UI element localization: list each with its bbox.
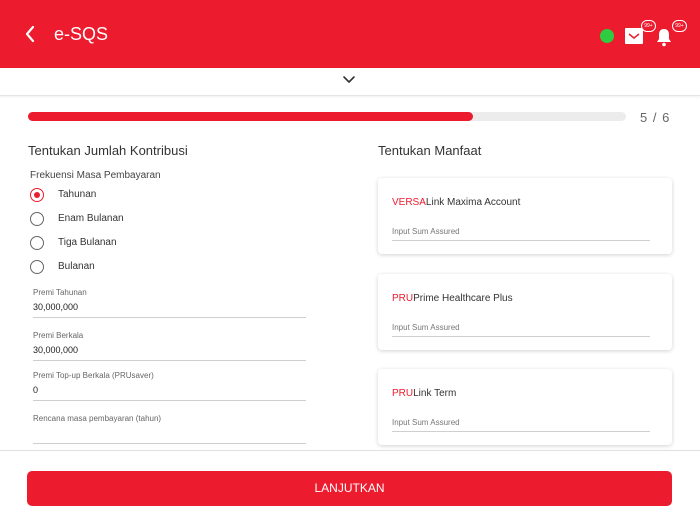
field-underline [33,400,306,401]
continue-button[interactable]: LANJUTKAN [27,471,672,506]
periodic-premium-value[interactable]: 30,000,000 [33,345,306,356]
notification-button[interactable]: 99+ [655,20,687,48]
benefit-card-versalink: VERSALink Maxima Account Input Sum Assur… [378,178,672,254]
benefit-card-title: VERSALink Maxima Account [392,197,520,208]
app-title: e-SQS [54,24,109,44]
radio-button[interactable] [30,212,44,226]
periodic-premium-label: Premi Berkala [33,331,84,340]
collapse-bar [0,68,700,96]
sum-assured-placeholder: Input Sum Assured [392,227,460,236]
frequency-option-label: Tiga Bulanan [58,237,117,248]
field-underline [33,443,306,444]
payment-frequency-label: Frekuensi Masa Pembayaran [30,170,161,181]
field-underline [392,336,650,337]
radio-button[interactable] [30,188,44,202]
field-underline [33,317,306,318]
notification-badge: 99+ [672,20,687,32]
sum-assured-input[interactable]: Input Sum Assured [392,418,650,432]
chevron-left-icon[interactable] [20,22,40,46]
payment-term-field[interactable]: Rencana masa pembayaran (tahun) [33,414,306,444]
benefit-section-title: Tentukan Manfaat [378,143,482,158]
payment-term-value[interactable] [33,428,306,439]
benefit-name: Link Term [413,388,457,399]
sum-assured-input[interactable]: Input Sum Assured [392,227,650,241]
benefit-name: Prime Healthcare Plus [413,293,513,304]
app-header: e-SQS 99+ 99+ [0,0,700,68]
benefit-card-pruprime: PRUPrime Healthcare Plus Input Sum Assur… [378,274,672,350]
frequency-option-label: Tahunan [58,189,97,200]
benefit-card-title: PRULink Term [392,388,456,399]
topup-premium-value[interactable]: 0 [33,385,306,396]
topup-premium-label: Premi Top-up Berkala (PRUsaver) [33,371,154,380]
progress-fill [28,112,473,121]
sum-assured-input[interactable]: Input Sum Assured [392,323,650,337]
benefit-brand: VERSA [392,197,426,208]
annual-premium-value[interactable]: 30,000,000 [33,302,306,313]
benefit-card-title: PRUPrime Healthcare Plus [392,293,513,304]
benefit-card-prulink-term: PRULink Term Input Sum Assured [378,369,672,445]
bell-icon [657,29,671,47]
mail-badge: 99+ [641,20,656,32]
field-underline [392,240,650,241]
annual-premium-field[interactable]: Premi Tahunan 30,000,000 [33,288,306,318]
payment-term-label: Rencana masa pembayaran (tahun) [33,414,162,423]
chevron-down-icon[interactable] [341,74,357,86]
benefit-brand: PRU [392,293,414,304]
sum-assured-placeholder: Input Sum Assured [392,418,460,427]
progress-bar [28,112,626,121]
annual-premium-label: Premi Tahunan [33,288,87,297]
frequency-option-label: Enam Bulanan [58,213,124,224]
mail-button[interactable]: 99+ [624,20,656,48]
sum-assured-placeholder: Input Sum Assured [392,323,460,332]
footer-bar: LANJUTKAN [0,450,700,525]
online-status-indicator [600,29,614,43]
periodic-premium-field[interactable]: Premi Berkala 30,000,000 [33,331,306,361]
progress-step-text: 5 / 6 [640,110,671,125]
field-underline [33,360,306,361]
mail-icon [625,28,643,44]
radio-button[interactable] [30,236,44,250]
contribution-section-title: Tentukan Jumlah Kontribusi [28,143,188,158]
topup-premium-field[interactable]: Premi Top-up Berkala (PRUsaver) 0 [33,371,306,401]
benefit-brand: PRU [392,388,414,399]
benefit-name: Link Maxima Account [425,197,521,208]
field-underline [392,431,650,432]
frequency-option-label: Bulanan [58,261,95,272]
radio-button[interactable] [30,260,44,274]
